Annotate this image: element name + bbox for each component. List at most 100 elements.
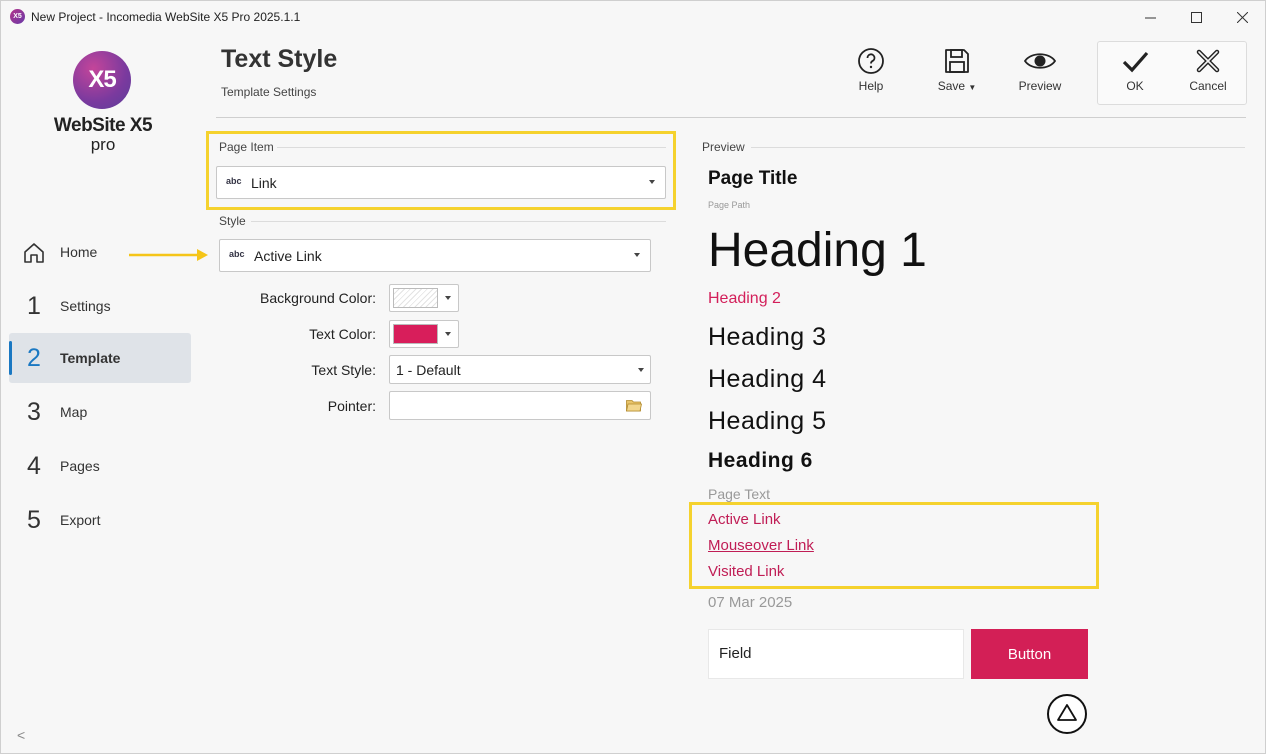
preview-page-text: Page Text — [708, 486, 771, 502]
step-number: 1 — [27, 291, 41, 320]
style-value: Active Link — [254, 247, 322, 264]
preview-mouseover-link[interactable]: Mouseover Link — [708, 537, 814, 554]
page-item-dropdown[interactable]: abc Link — [216, 166, 666, 199]
collapse-sidebar-button[interactable]: < — [17, 727, 25, 743]
sidebar-item-pages[interactable]: 4 Pages — [9, 441, 191, 491]
step-number: 4 — [27, 451, 41, 480]
preview-field[interactable]: Field — [708, 629, 964, 679]
style-dropdown[interactable]: abc Active Link — [219, 239, 651, 272]
maximize-icon — [1190, 11, 1202, 23]
chevron-down-icon — [649, 180, 655, 184]
page-item-label: Page Item — [219, 140, 274, 154]
sidebar-item-map[interactable]: 3 Map — [9, 387, 191, 437]
help-icon — [858, 48, 884, 74]
preview-field-label: Field — [719, 645, 752, 662]
ok-button[interactable]: OK — [1102, 47, 1168, 103]
home-icon — [24, 243, 44, 263]
sidebar-item-label: Home — [60, 244, 98, 260]
background-color-swatch — [393, 288, 438, 308]
text-style-icon: abc — [229, 249, 245, 259]
sidebar-item-label: Template — [60, 350, 121, 366]
text-style-value: 1 - Default — [396, 362, 461, 378]
preview-heading-3: Heading 3 — [708, 323, 827, 351]
page-item-value: Link — [251, 174, 277, 191]
sidebar-item-settings[interactable]: 1 Settings — [9, 281, 191, 331]
header-divider — [216, 117, 1246, 118]
sidebar-item-template[interactable]: 2 Template — [9, 333, 191, 383]
logo-mark: X5 — [73, 51, 131, 109]
preview-visited-link[interactable]: Visited Link — [708, 563, 784, 580]
logo: X5 WebSite X5 pro — [53, 51, 153, 161]
app-icon: X5 — [10, 9, 25, 24]
section-divider — [251, 221, 666, 222]
preview-heading-2: Heading 2 — [708, 290, 781, 307]
cancel-icon — [1196, 49, 1220, 73]
page-title: Text Style — [221, 45, 338, 73]
preview-page-title: Page Title — [708, 168, 798, 189]
triangle-up-icon — [1057, 704, 1077, 721]
chevron-down-icon — [445, 332, 451, 336]
eye-icon — [1023, 53, 1057, 69]
preview-section-label: Preview — [702, 140, 745, 154]
sidebar: X5 WebSite X5 pro Home 1 Settings 2 Temp… — [1, 33, 201, 753]
chevron-down-icon — [445, 296, 451, 300]
scroll-top-button[interactable] — [1047, 694, 1087, 734]
cancel-label: Cancel — [1189, 79, 1227, 93]
preview-button[interactable]: Button — [971, 629, 1088, 679]
sidebar-item-export[interactable]: 5 Export — [9, 495, 191, 545]
preview-date: 07 Mar 2025 — [708, 594, 793, 611]
background-color-picker[interactable] — [389, 284, 459, 312]
preview-heading-1: Heading 1 — [708, 224, 927, 277]
sidebar-item-label: Export — [60, 512, 101, 528]
sidebar-item-label: Map — [60, 404, 88, 420]
text-style-label: Text Style: — [311, 362, 376, 378]
annotation-arrow-icon — [129, 249, 208, 261]
ok-label: OK — [1126, 79, 1144, 93]
section-divider — [277, 147, 666, 148]
chevron-down-icon — [634, 253, 640, 257]
page-subtitle: Template Settings — [221, 85, 317, 99]
preview-heading-5: Heading 5 — [708, 407, 827, 435]
step-number: 5 — [27, 505, 41, 534]
save-icon — [945, 49, 969, 73]
save-label: Save ▼ — [937, 79, 977, 93]
step-number: 3 — [27, 397, 41, 426]
help-label: Help — [858, 79, 884, 93]
pointer-field[interactable] — [389, 391, 651, 420]
preview-button[interactable]: Preview — [1007, 47, 1073, 103]
chevron-down-icon: ▼ — [968, 83, 977, 92]
sidebar-item-label: Pages — [60, 458, 100, 474]
close-icon — [1236, 11, 1248, 23]
text-style-dropdown[interactable]: 1 - Default — [389, 355, 651, 384]
title-bar: X5 New Project - Incomedia WebSite X5 Pr… — [1, 1, 1266, 33]
minimize-button[interactable] — [1127, 1, 1173, 33]
minimize-icon — [1144, 17, 1156, 18]
step-number: 2 — [27, 343, 41, 372]
preview-page-path: Page Path — [708, 200, 751, 210]
text-color-swatch — [393, 324, 438, 344]
preview-heading-4: Heading 4 — [708, 365, 827, 393]
preview-heading-6: Heading 6 — [708, 449, 813, 472]
close-button[interactable] — [1219, 1, 1265, 33]
style-label: Style — [219, 214, 246, 228]
preview-label: Preview — [1018, 79, 1062, 93]
preview-active-link[interactable]: Active Link — [708, 511, 781, 528]
text-style-icon: abc — [226, 176, 242, 186]
pointer-label: Pointer: — [327, 398, 376, 414]
save-button[interactable]: Save ▼ — [924, 47, 990, 103]
help-button[interactable]: Help — [838, 47, 904, 103]
background-color-label: Background Color: — [260, 290, 376, 306]
app-window: X5 New Project - Incomedia WebSite X5 Pr… — [0, 0, 1266, 754]
logo-name: WebSite X5 — [53, 115, 153, 136]
chevron-down-icon — [638, 368, 644, 372]
text-color-label: Text Color: — [309, 326, 376, 342]
maximize-button[interactable] — [1173, 1, 1219, 33]
sidebar-item-label: Settings — [60, 298, 111, 314]
window-title: New Project - Incomedia WebSite X5 Pro 2… — [31, 10, 301, 24]
folder-icon[interactable] — [626, 399, 642, 412]
cancel-button[interactable]: Cancel — [1175, 47, 1241, 103]
logo-edition: pro — [90, 135, 116, 154]
checkmark-icon — [1122, 51, 1149, 73]
section-divider — [751, 147, 1245, 148]
text-color-picker[interactable] — [389, 320, 459, 348]
